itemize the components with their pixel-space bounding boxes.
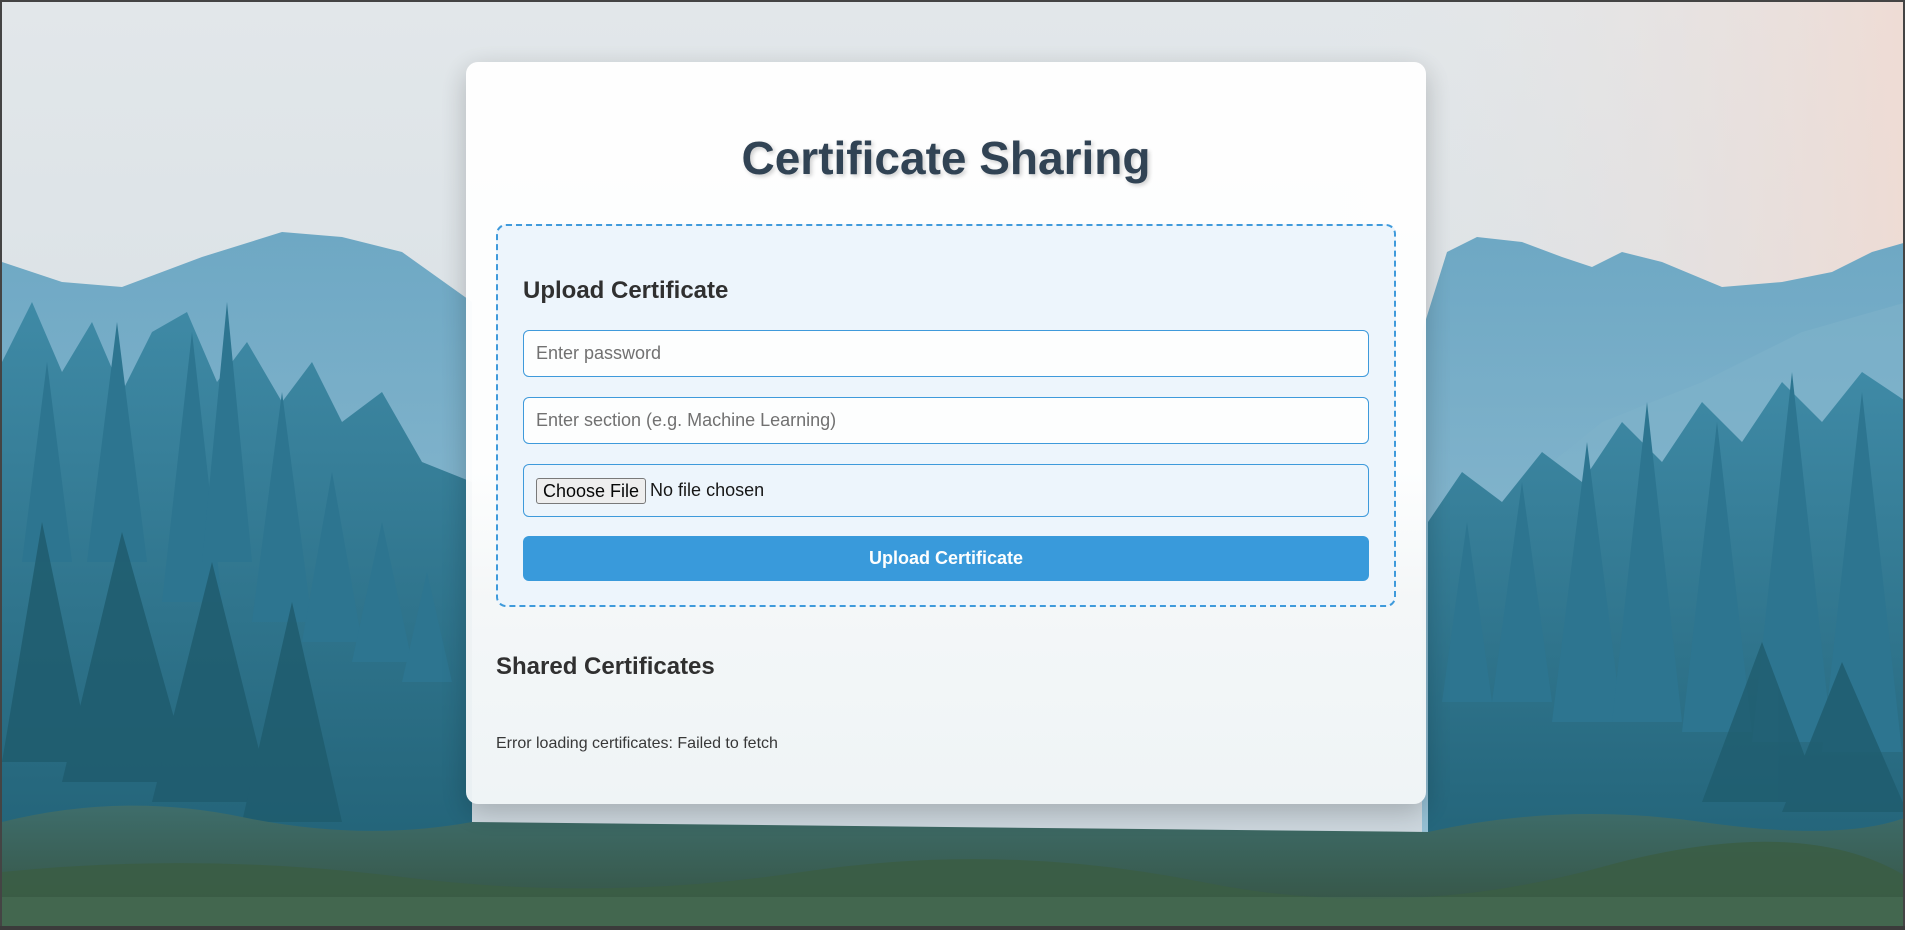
upload-section: Upload Certificate Choose File No file c… <box>496 224 1396 607</box>
page-title: Certificate Sharing <box>741 132 1151 184</box>
file-input[interactable]: Choose File No file chosen <box>523 464 1369 517</box>
error-message: Error loading certificates: Failed to fe… <box>496 735 778 752</box>
section-input[interactable] <box>523 397 1369 444</box>
main-card: Certificate Sharing Upload Certificate C… <box>466 62 1426 804</box>
choose-file-button[interactable]: Choose File <box>536 477 647 504</box>
file-status-text: No file chosen <box>650 480 765 500</box>
password-input[interactable] <box>523 330 1369 377</box>
upload-certificate-button[interactable]: Upload Certificate <box>523 536 1369 581</box>
upload-heading: Upload Certificate <box>523 277 729 304</box>
shared-certificates-heading: Shared Certificates <box>496 653 715 680</box>
window-bottom-edge <box>0 926 1905 930</box>
